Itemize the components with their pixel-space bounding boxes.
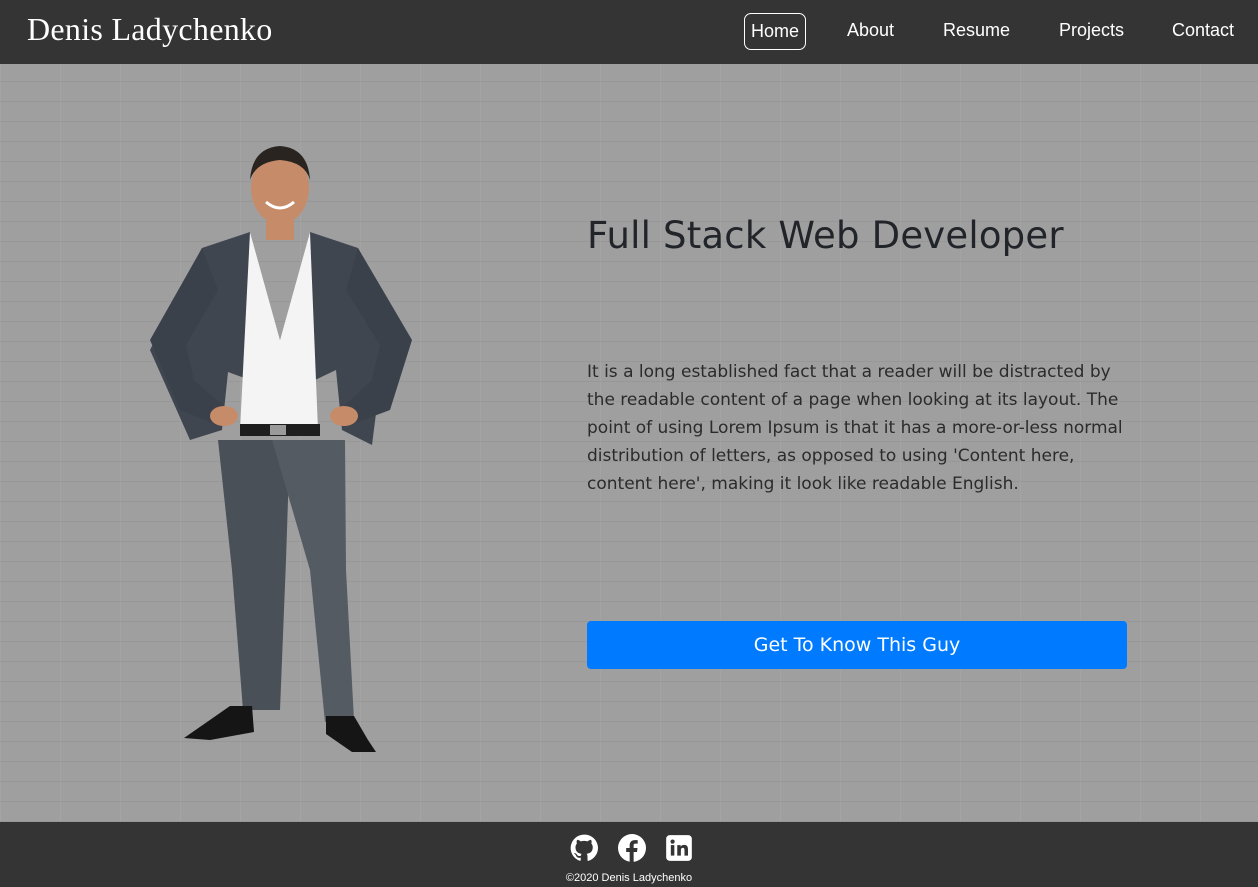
- hero-section: Full Stack Web Developer It is a long es…: [0, 64, 1258, 822]
- facebook-icon[interactable]: [618, 834, 646, 862]
- nav-resume[interactable]: Resume: [937, 13, 1016, 50]
- site-brand[interactable]: Denis Ladychenko: [27, 11, 273, 48]
- navbar: Denis Ladychenko Home About Resume Proje…: [0, 0, 1258, 64]
- nav-projects[interactable]: Projects: [1053, 13, 1130, 50]
- nav-home[interactable]: Home: [744, 13, 807, 50]
- linkedin-icon[interactable]: [665, 834, 693, 862]
- nav-about[interactable]: About: [841, 13, 900, 50]
- portrait-photo: [150, 146, 412, 752]
- footer: ©2020 Denis Ladychenko: [0, 822, 1258, 887]
- get-to-know-button[interactable]: Get To Know This Guy: [587, 621, 1127, 669]
- nav-contact[interactable]: Contact: [1166, 13, 1240, 50]
- copyright-text: ©2020 Denis Ladychenko: [565, 872, 693, 884]
- github-icon[interactable]: [570, 834, 598, 862]
- hero-paragraph: It is a long established fact that a rea…: [587, 362, 1123, 494]
- hero-headline: Full Stack Web Developer: [587, 214, 1064, 257]
